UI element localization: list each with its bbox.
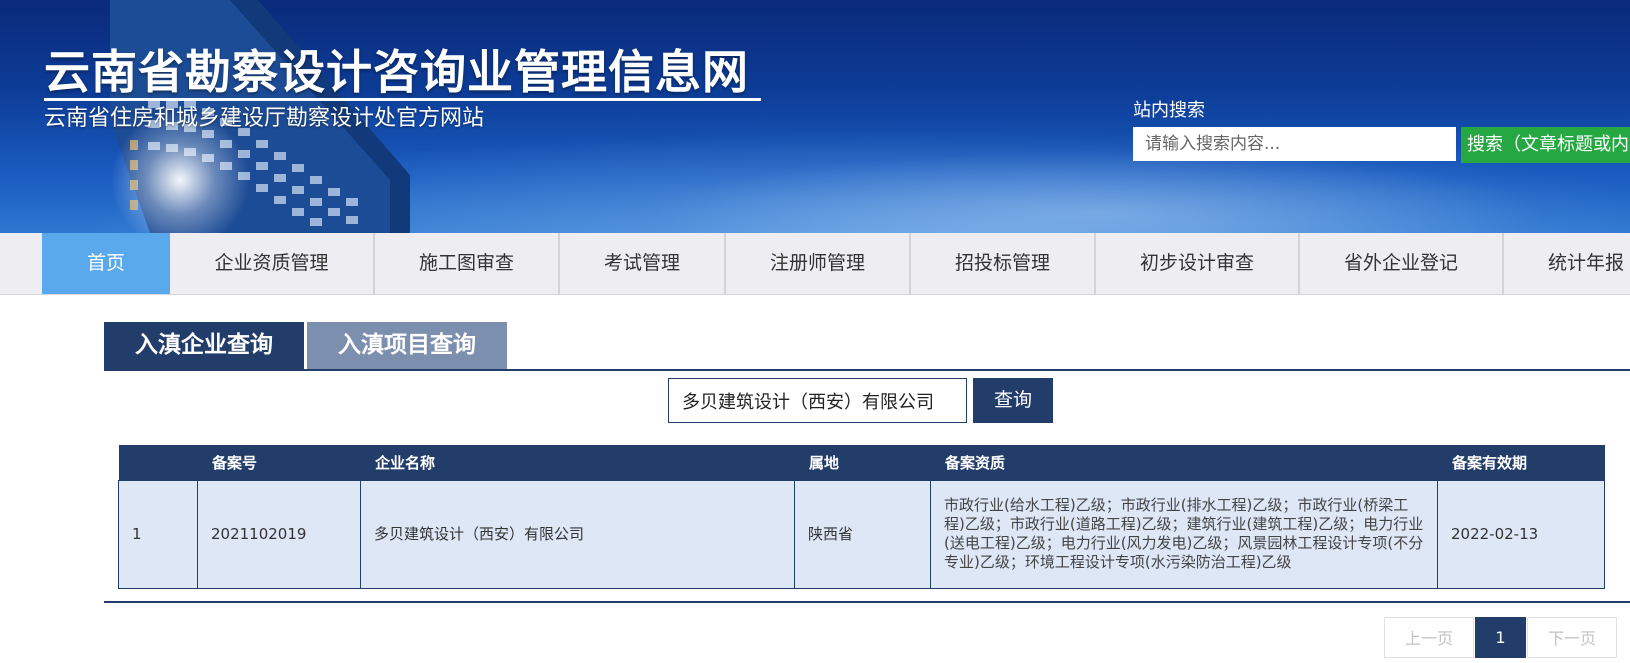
nav-item-out-of-province[interactable]: 省外企业登记 [1300,233,1504,294]
nav-item-preliminary-design[interactable]: 初步设计审查 [1096,233,1300,294]
query-button[interactable]: 查询 [973,378,1053,423]
site-search-button[interactable]: 搜索（文章标题或内容） [1461,127,1630,163]
company-query-input[interactable] [668,378,967,423]
col-header-region: 属地 [794,445,931,480]
nav-item-registered-engineer[interactable]: 注册师管理 [726,233,911,294]
search-label: 站内搜索 [1133,100,1205,121]
nav-item-home[interactable]: 首页 [42,233,170,294]
col-header-valid-until: 备案有效期 [1437,445,1605,480]
site-search-input[interactable] [1133,127,1456,161]
cell-qualifications: 市政行业(给水工程)乙级；市政行业(排水工程)乙级；市政行业(桥梁工程)乙级；市… [930,479,1438,589]
tab-enterprise-query[interactable]: 入滇企业查询 [104,322,304,369]
main-nav: 首页 企业资质管理 施工图审查 考试管理 注册师管理 招投标管理 初步设计审查 … [0,233,1630,295]
col-header-index [118,445,198,480]
nav-item-exam[interactable]: 考试管理 [560,233,726,294]
col-header-record-no: 备案号 [197,445,361,480]
site-subtitle: 云南省住房和城乡建设厅勘察设计处官方网站 [44,106,485,131]
table-header-row: 备案号 企业名称 属地 备案资质 备案有效期 [118,445,1605,480]
header-banner: 云南省勘察设计咨询业管理信息网 云南省住房和城乡建设厅勘察设计处官方网站 站内搜… [0,0,1630,233]
nav-item-annual-report[interactable]: 统计年报 [1504,233,1630,294]
col-header-qualifications: 备案资质 [930,445,1438,480]
nav-item-drawing-review[interactable]: 施工图审查 [375,233,560,294]
pager-current-page[interactable]: 1 [1475,617,1526,658]
tab-project-query[interactable]: 入滇项目查询 [307,322,507,369]
cell-region: 陕西省 [794,479,931,589]
table-row[interactable]: 1 2021102019 多贝建筑设计（西安）有限公司 陕西省 市政行业(给水工… [118,479,1605,589]
cell-valid-until: 2022-02-13 [1437,479,1605,589]
banner-clouds [650,150,1550,233]
cell-company: 多贝建筑设计（西安）有限公司 [360,479,795,589]
cell-index: 1 [118,479,198,589]
tab-divider [104,369,1630,371]
pager-prev-button[interactable]: 上一页 [1384,617,1474,658]
cell-record-no: 2021102019 [197,479,361,589]
pager-next-button[interactable]: 下一页 [1527,617,1617,658]
results-table: 备案号 企业名称 属地 备案资质 备案有效期 1 2021102019 多贝建筑… [118,445,1605,589]
nav-item-qualification[interactable]: 企业资质管理 [170,233,375,294]
nav-item-bidding[interactable]: 招投标管理 [911,233,1096,294]
site-title[interactable]: 云南省勘察设计咨询业管理信息网 [44,46,761,101]
table-bottom-divider [104,601,1630,603]
col-header-company: 企业名称 [360,445,795,480]
